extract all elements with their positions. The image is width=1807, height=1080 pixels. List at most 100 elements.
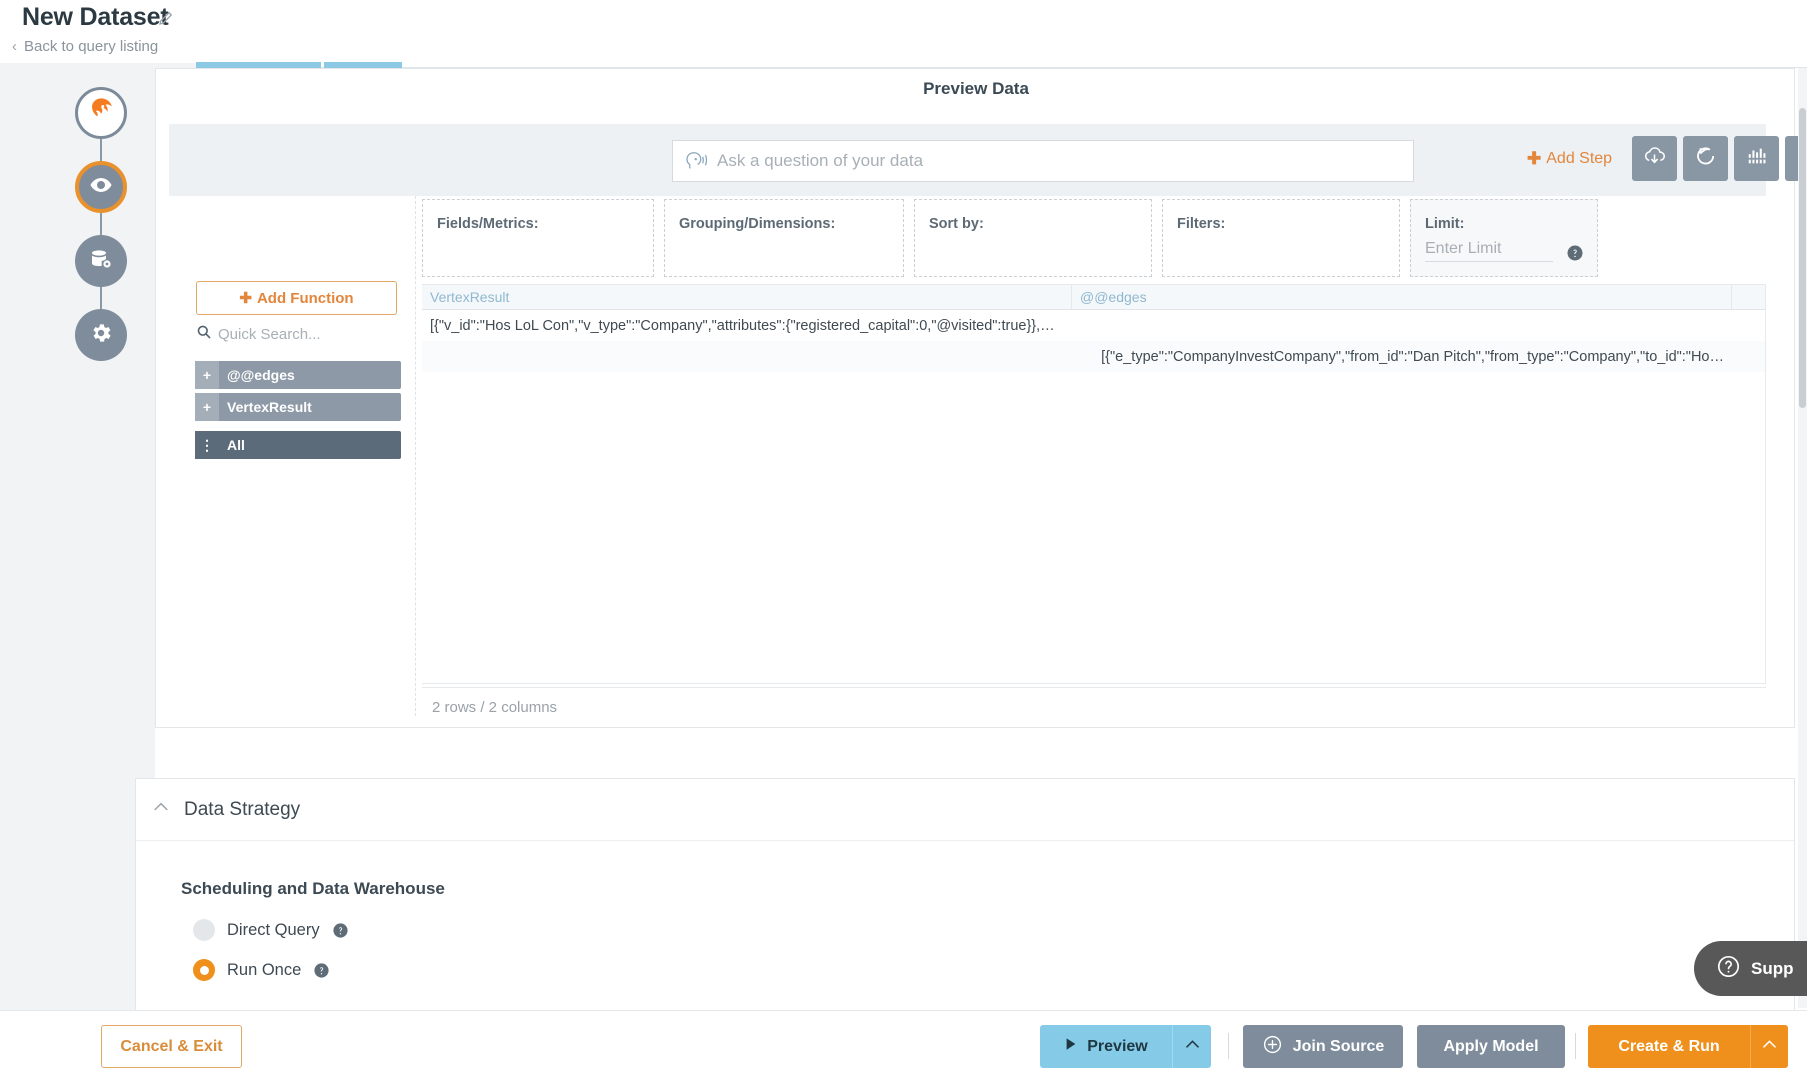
radio-label: Direct Query xyxy=(227,921,320,940)
cell-vertexresult: [{"v_id":"Hos LoL Con","v_type":"Company… xyxy=(422,318,1072,334)
fields-metrics-label: Fields/Metrics: xyxy=(437,216,539,232)
grouping-dimensions-dropzone[interactable]: Grouping/Dimensions: xyxy=(664,199,904,277)
ask-question-field[interactable] xyxy=(672,140,1414,182)
function-item-all[interactable]: ⋮ All xyxy=(195,431,401,459)
preview-tool-buttons xyxy=(1632,136,1807,181)
cancel-exit-button[interactable]: Cancel & Exit xyxy=(101,1025,242,1068)
add-function-button[interactable]: ✚ Add Function xyxy=(196,281,397,315)
column-header-edges[interactable]: @@edges xyxy=(1072,285,1732,309)
sidebar-item-logo[interactable] xyxy=(75,87,127,139)
rail-connector xyxy=(100,287,102,309)
quick-search-input[interactable] xyxy=(218,326,388,343)
sidebar-item-preview[interactable] xyxy=(75,161,127,213)
pencil-icon[interactable] xyxy=(157,9,175,27)
eye-icon xyxy=(89,173,113,202)
radio-button[interactable] xyxy=(193,919,215,941)
support-widget[interactable]: Supp xyxy=(1694,941,1807,996)
table-row[interactable]: [{"e_type":"CompanyInvestCompany","from_… xyxy=(422,341,1765,372)
action-divider xyxy=(1575,1033,1576,1059)
plus-icon: ✚ xyxy=(239,289,252,307)
plus-icon: + xyxy=(195,393,219,421)
page-title: New Dataset xyxy=(22,3,168,32)
limit-label: Limit: xyxy=(1425,216,1464,232)
scrollbar-thumb[interactable] xyxy=(1799,108,1806,408)
preview-button[interactable]: Preview xyxy=(1040,1025,1172,1068)
preview-data-title: Preview Data xyxy=(156,79,1796,99)
column-header-vertexresult[interactable]: VertexResult xyxy=(422,285,1072,309)
add-step-label: Add Step xyxy=(1546,150,1612,168)
plus-icon: ✚ xyxy=(1527,149,1541,169)
function-item-label: VertexResult xyxy=(219,399,312,415)
preview-label: Preview xyxy=(1087,1038,1147,1056)
question-circle-icon[interactable] xyxy=(1566,244,1584,267)
join-source-button[interactable]: Join Source xyxy=(1243,1025,1403,1068)
reset-button[interactable] xyxy=(1683,136,1728,181)
preview-data-card: Preview Data ✚ Add Step xyxy=(155,68,1795,728)
top-header: New Dataset ‹ Back to query listing xyxy=(0,0,1807,68)
question-circle-icon xyxy=(1716,954,1741,984)
chevron-up-icon xyxy=(1183,1035,1202,1059)
grouping-dimensions-label: Grouping/Dimensions: xyxy=(679,216,835,232)
database-gear-icon xyxy=(89,247,113,276)
speaking-head-icon xyxy=(683,150,717,172)
results-table: VertexResult @@edges [{"v_id":"Hos LoL C… xyxy=(422,284,1766,684)
preview-button-group: Preview xyxy=(1040,1025,1211,1068)
filters-dropzone[interactable]: Filters: xyxy=(1162,199,1400,277)
results-table-footer: 2 rows / 2 columns xyxy=(422,687,1766,727)
plus-circle-icon xyxy=(1262,1034,1283,1060)
fields-metrics-dropzone[interactable]: Fields/Metrics: xyxy=(422,199,654,277)
create-run-dropdown-toggle[interactable] xyxy=(1750,1025,1788,1068)
results-table-header: VertexResult @@edges xyxy=(422,284,1765,310)
add-function-label: Add Function xyxy=(257,290,354,307)
rail-connector xyxy=(100,139,102,161)
apply-model-button[interactable]: Apply Model xyxy=(1417,1025,1565,1068)
sidebar-item-settings[interactable] xyxy=(75,309,127,361)
function-item-edges[interactable]: + @@edges xyxy=(195,361,401,389)
function-panel: ✚ Add Function + @@edges + xyxy=(169,196,416,716)
rail-connector xyxy=(100,213,102,235)
data-strategy-card: Data Strategy Scheduling and Data Wareho… xyxy=(135,778,1795,1038)
function-item-label: @@edges xyxy=(219,367,295,383)
function-item-label: All xyxy=(219,437,245,453)
search-icon xyxy=(196,324,212,345)
quick-search-field[interactable] xyxy=(196,324,397,345)
limit-field[interactable]: Limit: xyxy=(1410,199,1598,277)
bottom-action-bar: Cancel & Exit Preview Join Source xyxy=(0,1010,1807,1080)
radio-label: Run Once xyxy=(227,961,301,980)
radio-button[interactable] xyxy=(193,959,215,981)
table-row[interactable]: [{"v_id":"Hos LoL Con","v_type":"Company… xyxy=(422,310,1765,341)
function-item-vertexresult[interactable]: + VertexResult xyxy=(195,393,401,421)
question-circle-icon[interactable] xyxy=(332,922,349,939)
create-run-button-group: Create & Run xyxy=(1588,1025,1788,1068)
row-column-count: 2 rows / 2 columns xyxy=(422,699,557,716)
back-link-label: Back to query listing xyxy=(24,38,158,55)
sidebar-item-data-source[interactable] xyxy=(75,235,127,287)
query-builder-fields: Fields/Metrics: Grouping/Dimensions: Sor… xyxy=(422,199,1766,277)
chevron-up-icon xyxy=(1760,1035,1779,1059)
support-label: Supp xyxy=(1751,959,1794,979)
join-source-label: Join Source xyxy=(1293,1038,1385,1056)
filters-label: Filters: xyxy=(1177,216,1225,232)
sort-by-dropzone[interactable]: Sort by: xyxy=(914,199,1152,277)
back-to-query-listing-link[interactable]: ‹ Back to query listing xyxy=(12,38,158,55)
download-button[interactable] xyxy=(1632,136,1677,181)
radio-direct-query[interactable]: Direct Query xyxy=(193,919,349,941)
cloud-download-icon xyxy=(1642,145,1667,172)
radio-run-once[interactable]: Run Once xyxy=(193,959,330,981)
ask-question-input[interactable] xyxy=(717,151,1413,171)
vertical-scrollbar[interactable] xyxy=(1798,68,1807,1008)
question-circle-icon[interactable] xyxy=(313,962,330,979)
add-step-button[interactable]: ✚ Add Step xyxy=(1527,149,1612,169)
scheduling-subsection-title: Scheduling and Data Warehouse xyxy=(181,879,445,899)
preview-dropdown-toggle[interactable] xyxy=(1172,1025,1211,1068)
data-strategy-header[interactable]: Data Strategy xyxy=(136,779,1794,841)
rail-node-stack xyxy=(75,87,127,361)
chart-button[interactable] xyxy=(1734,136,1779,181)
undo-arrow-icon xyxy=(1694,144,1718,173)
create-run-button[interactable]: Create & Run xyxy=(1588,1025,1750,1068)
action-divider xyxy=(1228,1033,1229,1059)
limit-input[interactable] xyxy=(1425,240,1553,262)
drag-handle-icon: ⋮ xyxy=(195,431,219,459)
chevron-up-icon[interactable] xyxy=(151,797,171,822)
data-strategy-title: Data Strategy xyxy=(184,799,300,821)
